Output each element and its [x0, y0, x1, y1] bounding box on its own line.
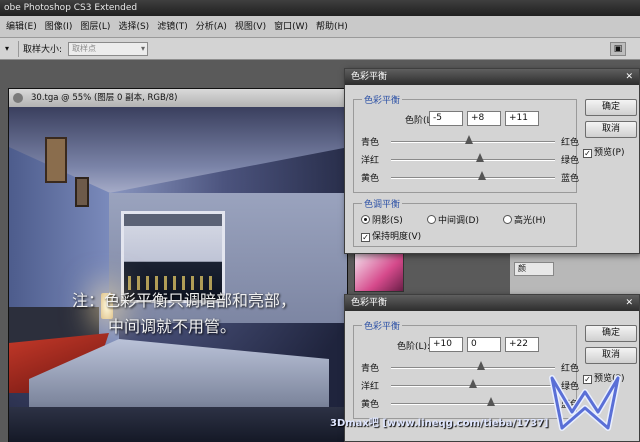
menu-select[interactable]: 选择(S)	[114, 16, 153, 38]
preview-checkbox[interactable]: ✓ 预览(P)	[583, 145, 624, 158]
ok-button[interactable]: 确定	[585, 325, 637, 342]
color-balance-dialog: 色彩平衡 ✕ 色彩平衡 色阶(L): -5 +8 +11 青色 红色 洋红 绿色…	[344, 68, 640, 254]
checkbox-label: 预览(P)	[594, 148, 625, 158]
caption-line-1: 注：色彩平衡只调暗部和亮部，	[72, 291, 297, 310]
slider-left-label: 青色	[361, 364, 380, 374]
scene-floor	[9, 407, 347, 442]
slider-track[interactable]	[391, 403, 555, 405]
document-title: 30.tga @ 55% (图层 0 副本, RGB/8)	[31, 93, 178, 103]
cancel-button[interactable]: 取消	[585, 121, 637, 138]
document-window: 30.tga @ 55% (图层 0 副本, RGB/8)	[8, 88, 348, 442]
slider-left-label: 黄色	[361, 400, 380, 410]
menu-view[interactable]: 视图(V)	[231, 16, 270, 38]
sample-size-select[interactable]: 取样点 ▾	[68, 41, 149, 56]
tone-shadows-radio[interactable]: 阴影(S)	[361, 213, 403, 226]
menu-image[interactable]: 图像(I)	[41, 16, 77, 38]
group-title: 色彩平衡	[362, 319, 403, 332]
document-title-bar: 30.tga @ 55% (图层 0 副本, RGB/8)	[9, 89, 347, 107]
slider-thumb[interactable]	[478, 171, 487, 180]
slider-left-label: 洋红	[361, 156, 380, 166]
color-panel-tab[interactable]: 颜	[514, 262, 554, 276]
slider-track[interactable]	[391, 367, 555, 369]
slider-thumb[interactable]	[469, 379, 477, 388]
slider-left-label: 青色	[361, 138, 380, 148]
tone-highlights-radio[interactable]: 高光(H)	[503, 213, 546, 226]
slider-track[interactable]	[391, 177, 555, 179]
scene-picture-frame-small	[75, 177, 89, 207]
options-bar: ▾ 取样大小: 取样点 ▾	[0, 38, 640, 60]
chevron-down-icon: ▾	[141, 43, 146, 53]
level-magenta-green-input[interactable]: +8	[467, 111, 501, 126]
site-logo-icon	[549, 375, 621, 431]
level-cyan-red-input[interactable]: -5	[429, 111, 463, 126]
slider-right-label: 红色	[561, 138, 580, 148]
checkmark-icon: ✓	[361, 233, 370, 242]
menu-bar: 编辑(E) 图像(I) 图层(L) 选择(S) 滤镜(T) 分析(A) 视图(V…	[0, 16, 640, 38]
slider-thumb[interactable]	[477, 361, 486, 370]
radio-label: 高光(H)	[514, 216, 546, 226]
group-title: 色彩平衡	[362, 93, 403, 106]
app-title-bar: obe Photoshop CS3 Extended	[0, 0, 640, 16]
scene-blind	[124, 214, 222, 226]
menu-filter[interactable]: 滤镜(T)	[153, 16, 192, 38]
watermark-text: 3Dmax吧 [www.lineqg.com/tieba/1737]	[330, 418, 549, 429]
close-icon[interactable]: ✕	[625, 295, 633, 311]
radio-label: 阴影(S)	[372, 216, 403, 226]
slider-track[interactable]	[391, 141, 555, 143]
menu-edit[interactable]: 编辑(E)	[2, 16, 41, 38]
slider-left-label: 黄色	[361, 174, 380, 184]
close-document-icon[interactable]	[13, 93, 23, 103]
radio-label: 中间调(D)	[438, 216, 479, 226]
group-title: 色调平衡	[362, 197, 403, 210]
radio-selected-icon	[361, 215, 370, 224]
scene-picture-frame	[45, 137, 67, 183]
options-separator	[18, 40, 19, 57]
level-magenta-green-input[interactable]: 0	[467, 337, 501, 352]
radio-icon	[427, 215, 436, 224]
cancel-button[interactable]: 取消	[585, 347, 637, 364]
caption-note: 注：色彩平衡只调暗部和亮部， 中间调就不用管。	[72, 288, 296, 340]
sample-size-label: 取样大小:	[23, 45, 63, 55]
slider-right-label: 蓝色	[561, 174, 580, 184]
slider-track[interactable]	[391, 159, 555, 161]
slider-right-label: 绿色	[561, 156, 580, 166]
dialog-title: 色彩平衡	[351, 298, 388, 308]
radio-icon	[503, 215, 512, 224]
sample-size-value: 取样点	[72, 43, 97, 53]
level-yellow-blue-input[interactable]: +11	[505, 111, 539, 126]
tool-preset-arrow-icon[interactable]: ▾	[0, 44, 14, 53]
checkbox-label: 保持明度(V)	[372, 232, 422, 242]
bedroom-render-image	[9, 107, 347, 442]
levels-label: 色阶(L):	[397, 342, 431, 352]
menu-analysis[interactable]: 分析(A)	[192, 16, 231, 38]
slider-thumb[interactable]	[475, 153, 484, 162]
checkmark-icon: ✓	[583, 149, 592, 158]
slider-left-label: 洋红	[361, 382, 380, 392]
level-cyan-red-input[interactable]: +10	[429, 337, 463, 352]
dialog-title: 色彩平衡	[351, 72, 388, 82]
slider-thumb[interactable]	[487, 397, 496, 406]
thumbnail-image	[354, 252, 404, 292]
dialog-title-bar: 色彩平衡 ✕	[345, 295, 639, 311]
menu-layer[interactable]: 图层(L)	[76, 16, 114, 38]
caption-line-2: 中间调就不用管。	[108, 317, 237, 336]
tone-midtones-radio[interactable]: 中间调(D)	[427, 213, 479, 226]
ok-button[interactable]: 确定	[585, 99, 637, 116]
close-icon[interactable]: ✕	[625, 69, 633, 85]
menu-window[interactable]: 窗口(W)	[270, 16, 312, 38]
menu-help[interactable]: 帮助(H)	[312, 16, 352, 38]
level-yellow-blue-input[interactable]: +22	[505, 337, 539, 352]
preserve-luminosity-checkbox[interactable]: ✓ 保持明度(V)	[361, 229, 421, 242]
dialog-title-bar: 色彩平衡 ✕	[345, 69, 639, 85]
slider-thumb[interactable]	[464, 135, 473, 144]
workspace-icon[interactable]: ▣	[610, 42, 626, 56]
